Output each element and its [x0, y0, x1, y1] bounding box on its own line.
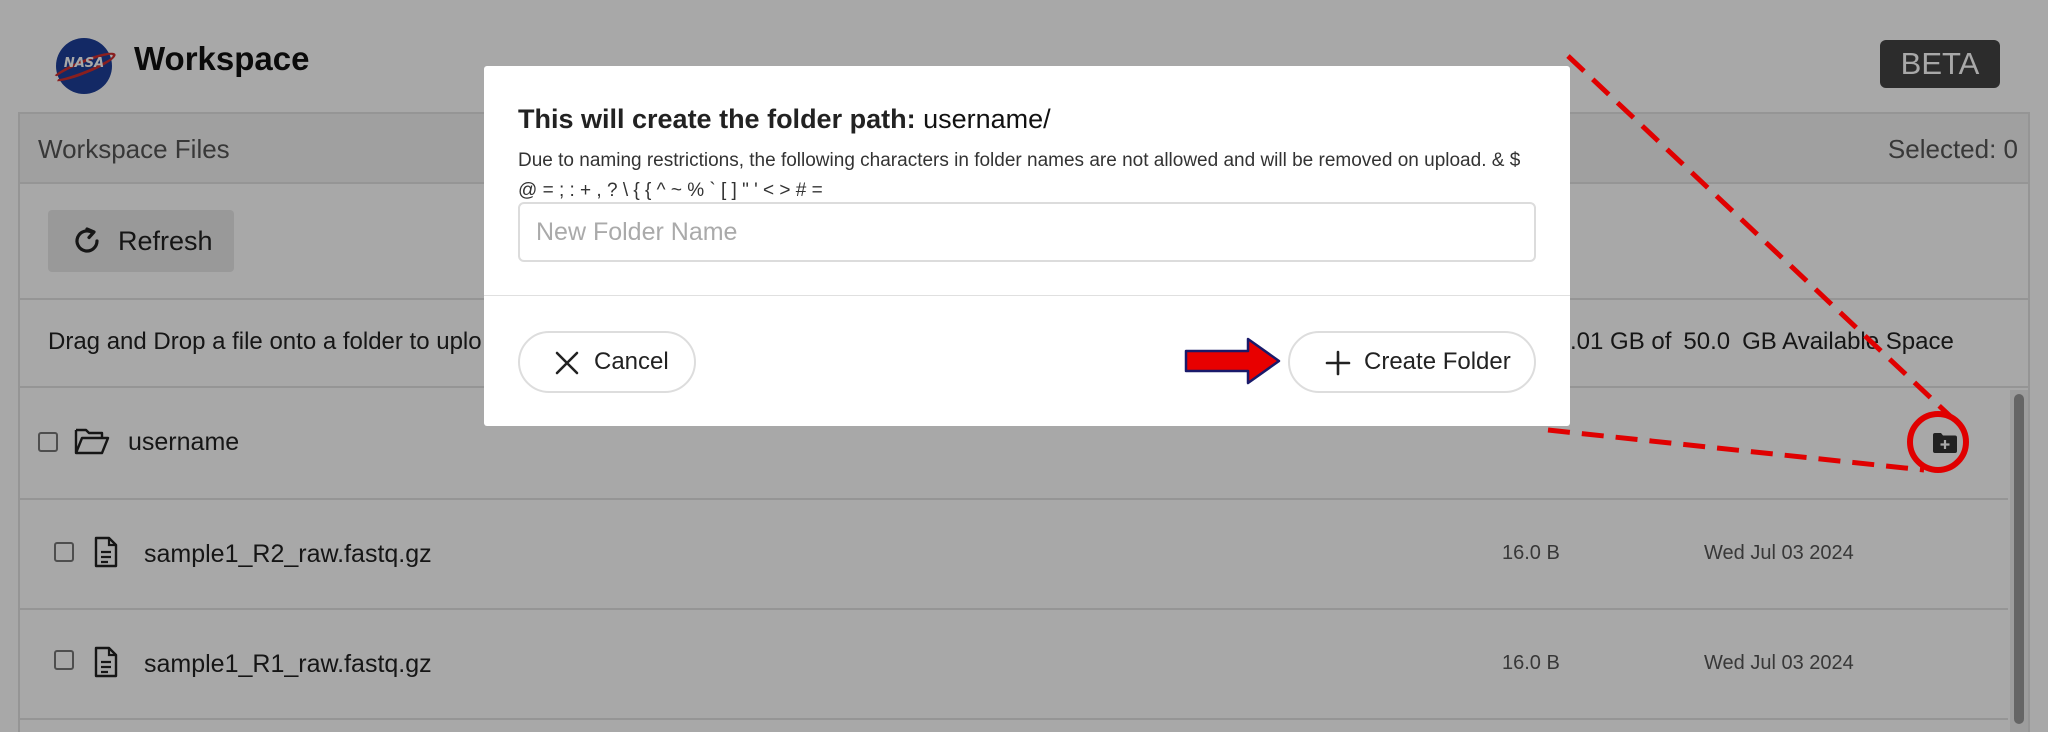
- naming-restrictions-text: Due to naming restrictions, the followin…: [518, 150, 1521, 201]
- folder-name-input[interactable]: [518, 202, 1536, 262]
- dialog-title-prefix: This will create the folder path:: [518, 104, 916, 134]
- dialog-title: This will create the folder path: userna…: [518, 104, 1051, 135]
- cancel-button[interactable]: Cancel: [518, 331, 696, 393]
- close-icon: [555, 351, 579, 375]
- create-folder-button[interactable]: Create Folder: [1288, 331, 1536, 393]
- red-arrow-icon: [1184, 337, 1281, 385]
- dialog-body: This will create the folder path: userna…: [484, 66, 1570, 296]
- plus-icon: [1325, 350, 1351, 376]
- create-folder-dialog: This will create the folder path: userna…: [484, 66, 1570, 426]
- cancel-label: Cancel: [594, 348, 669, 375]
- create-folder-label: Create Folder: [1364, 348, 1511, 375]
- dialog-folder-path: username/: [923, 104, 1051, 134]
